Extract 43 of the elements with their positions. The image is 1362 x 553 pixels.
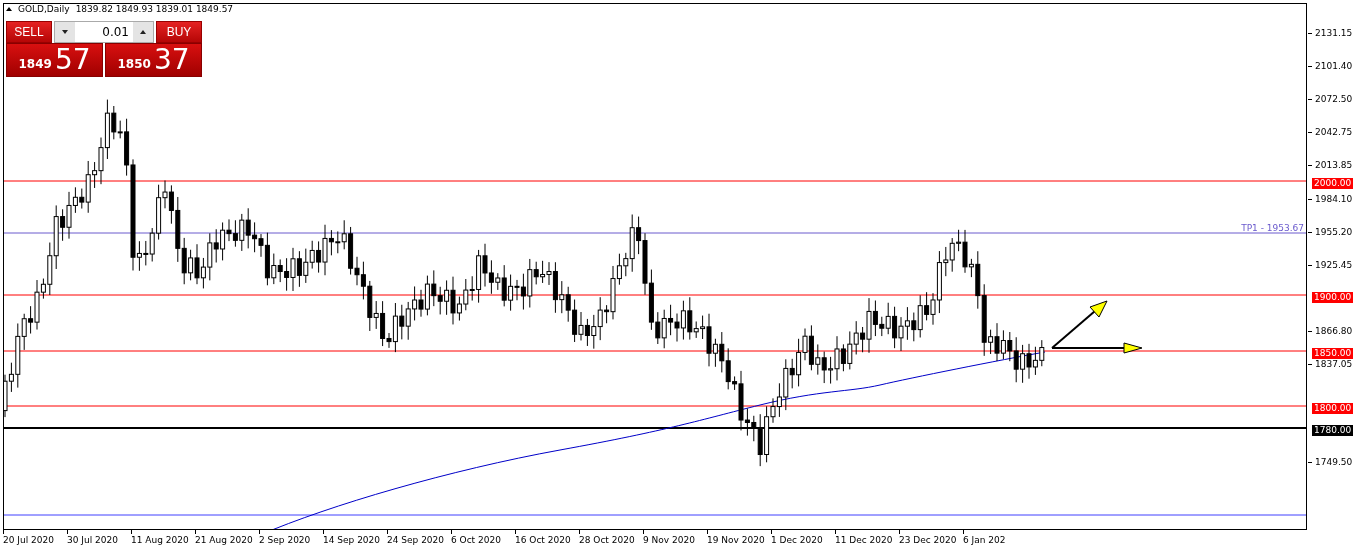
symbol-label: GOLD,Daily	[18, 4, 70, 14]
buy-button[interactable]: BUY	[156, 21, 202, 43]
price-level-tag: 1850.00	[1312, 348, 1354, 359]
date-tick-label: 21 Aug 2020	[195, 535, 253, 545]
increase-icon[interactable]	[133, 22, 153, 42]
date-tick-label: 14 Sep 2020	[323, 535, 381, 545]
price-level-tag: 1900.00	[1312, 292, 1354, 303]
date-tick-label: 11 Aug 2020	[131, 535, 189, 545]
date-tick-label: 23 Dec 2020	[899, 535, 957, 545]
price-tick-label: 1866.80	[1315, 326, 1353, 337]
price-tick-label: 1955.20	[1315, 227, 1353, 238]
date-tick-label: 1 Dec 2020	[771, 535, 823, 545]
ohlc-values: 1839.82 1849.93 1839.01 1849.57	[75, 4, 234, 14]
sell-price-button[interactable]: 1849 57	[6, 43, 103, 77]
price-level-tag: 1780.00	[1312, 425, 1354, 436]
date-tick-label: 28 Oct 2020	[579, 535, 635, 545]
price-tick-label: 2013.85	[1315, 160, 1353, 171]
price-tick-label: 2101.40	[1315, 61, 1353, 72]
date-tick-label: 9 Nov 2020	[643, 535, 695, 545]
collapse-icon[interactable]	[6, 7, 12, 11]
lot-spinner[interactable]: 0.01	[54, 21, 154, 43]
date-tick-label: 2 Sep 2020	[259, 535, 311, 545]
price-tick-label: 1925.45	[1315, 260, 1353, 271]
date-tick-label: 11 Dec 2020	[835, 535, 893, 545]
date-tick-label: 20 Jul 2020	[3, 535, 54, 545]
sell-button[interactable]: SELL	[6, 21, 52, 43]
price-tick-label: 2042.75	[1315, 127, 1353, 138]
date-tick-label: 19 Nov 2020	[707, 535, 765, 545]
price-level-tag: 2000.00	[1312, 178, 1354, 189]
price-tick-label: 1984.10	[1315, 194, 1353, 205]
date-tick-label: 24 Sep 2020	[387, 535, 445, 545]
date-tick-label: 6 Jan 202	[963, 535, 1006, 545]
price-tick-label: 1837.05	[1315, 359, 1353, 370]
price-level-tag: 1800.00	[1312, 403, 1354, 414]
date-tick-label: 30 Jul 2020	[67, 535, 118, 545]
price-tick-label: 2072.50	[1315, 94, 1353, 105]
date-tick-label: 6 Oct 2020	[451, 535, 501, 545]
price-tick-label: 2131.15	[1315, 28, 1353, 39]
buy-price-button[interactable]: 1850 37	[105, 43, 202, 77]
date-tick-label: 16 Oct 2020	[515, 535, 571, 545]
price-tick-label: 1749.50	[1315, 457, 1353, 468]
decrease-icon[interactable]	[55, 22, 75, 42]
take-profit-label: TP1 - 1953.67	[1241, 223, 1304, 233]
